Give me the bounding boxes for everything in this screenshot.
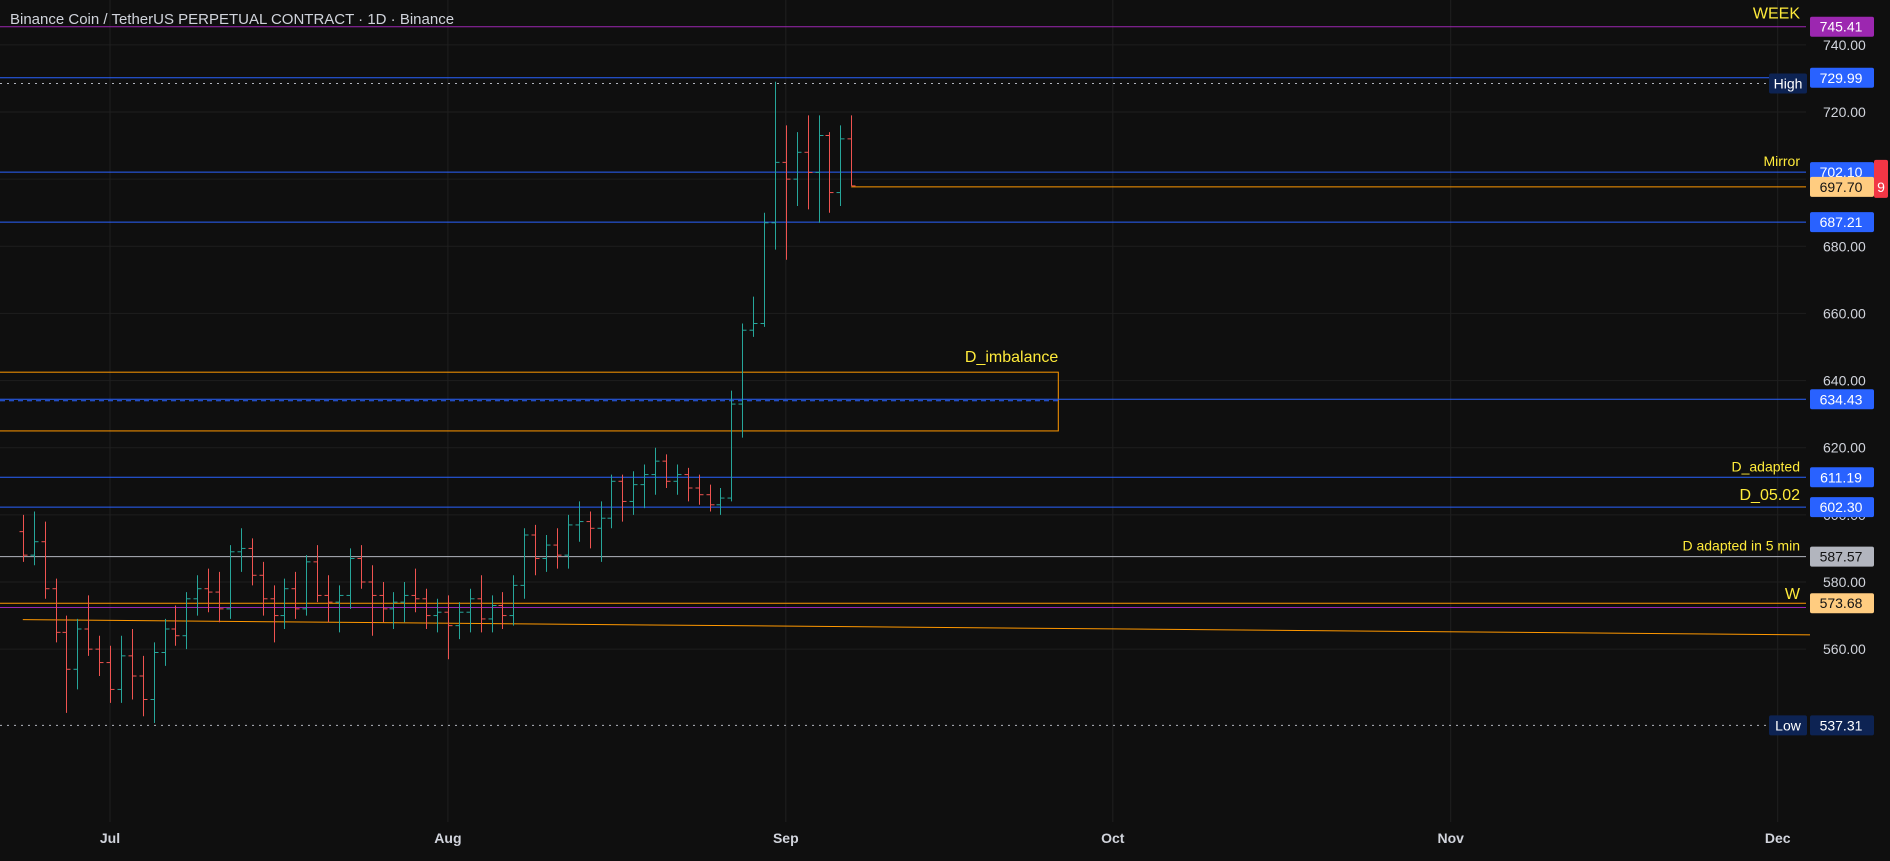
level-label: D_adapted xyxy=(1731,458,1800,474)
price-badge-label: 573.68 xyxy=(1820,595,1863,611)
chart-canvas[interactable]: D_imbalance WEEK Mirror D_adapted D_05.02 D a… xyxy=(0,0,1890,856)
x-tick-label: Dec xyxy=(1765,830,1791,846)
chart-title: Binance Coin / TetherUS PERPETUAL CONTRA… xyxy=(10,11,455,28)
x-tick-label: Sep xyxy=(773,830,799,846)
price-badge-label: 745.41 xyxy=(1820,19,1863,35)
imbalance-label: D_imbalance xyxy=(965,349,1058,366)
y-tick-label: 620.00 xyxy=(1823,440,1866,456)
high-tag: High xyxy=(1774,75,1803,91)
trendline xyxy=(22,619,1833,636)
price-badge-label: 602.30 xyxy=(1820,499,1863,515)
time-axis xyxy=(0,822,1810,856)
level-label: WEEK xyxy=(1753,6,1800,23)
last-price-label: 9 xyxy=(1877,179,1885,195)
price-badge-label: 611.19 xyxy=(1820,469,1862,485)
price-badge-label: 537.31 xyxy=(1820,717,1863,733)
price-badge-label: 729.99 xyxy=(1820,70,1863,86)
y-tick-label: 580.00 xyxy=(1823,574,1866,590)
level-label: D_05.02 xyxy=(1740,487,1801,504)
level-label: D adapted in 5 min xyxy=(1682,538,1800,554)
price-chart[interactable]: D_imbalance WEEK Mirror D_adapted D_05.02 D a… xyxy=(0,0,1890,856)
x-tick-label: Oct xyxy=(1101,830,1125,846)
y-tick-label: 680.00 xyxy=(1823,238,1866,254)
price-badge-label: 697.70 xyxy=(1820,179,1863,195)
level-label: Mirror xyxy=(1763,153,1800,169)
price-badge-label: 634.43 xyxy=(1820,391,1863,407)
y-tick-label: 640.00 xyxy=(1823,373,1866,389)
x-tick-label: Aug xyxy=(434,830,461,846)
y-tick-label: 560.00 xyxy=(1823,641,1866,657)
y-tick-label: 660.00 xyxy=(1823,305,1866,321)
price-badge-label: 687.21 xyxy=(1820,214,1863,230)
price-badge-label: 587.57 xyxy=(1820,549,1863,565)
x-tick-label: Nov xyxy=(1437,830,1464,846)
low-tag: Low xyxy=(1775,717,1802,733)
x-tick-label: Jul xyxy=(100,830,120,846)
level-label: W xyxy=(1785,586,1801,603)
y-tick-label: 740.00 xyxy=(1823,37,1866,53)
y-tick-label: 720.00 xyxy=(1823,104,1866,120)
